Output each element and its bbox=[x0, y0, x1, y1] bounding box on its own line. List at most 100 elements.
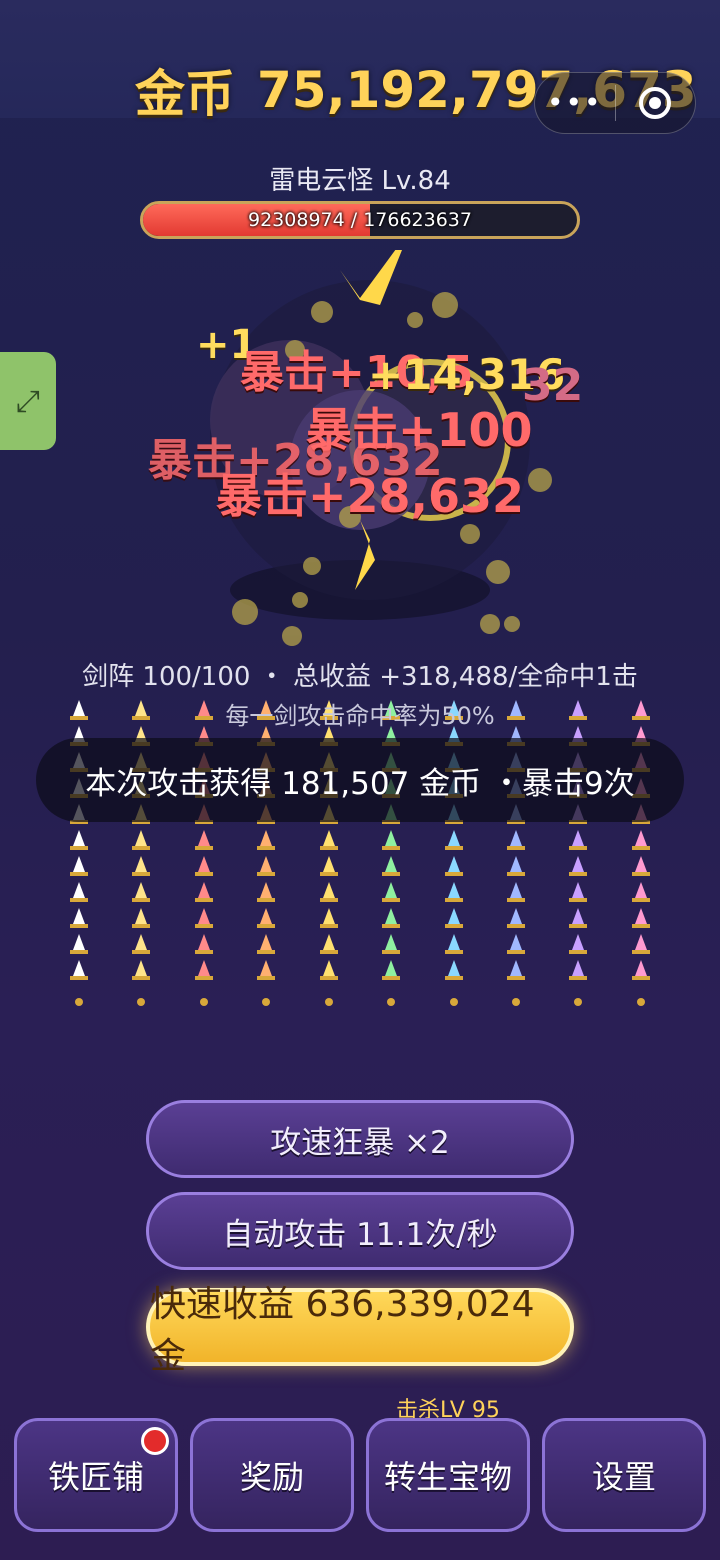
hit-rate-info: 每一剑攻击命中率为50% bbox=[225, 702, 495, 730]
nav-blacksmith-label: 铁匠铺 bbox=[47, 1458, 144, 1496]
sword-icon bbox=[445, 960, 463, 980]
expand-button[interactable]: ⤢ bbox=[0, 352, 56, 450]
sword-pommel bbox=[325, 998, 333, 1006]
sword-icon bbox=[320, 882, 338, 902]
sword-icon bbox=[320, 908, 338, 928]
sword-icon bbox=[257, 882, 275, 902]
sword-icon bbox=[320, 960, 338, 980]
boss-hp-text: 92308974 / 176623637 bbox=[248, 209, 472, 231]
attack-reward-text: 本次攻击获得 181,507 金币 ・暴击9次 bbox=[85, 765, 635, 802]
sword-icon bbox=[445, 934, 463, 954]
sword-icon bbox=[632, 856, 650, 876]
sword-icon bbox=[569, 934, 587, 954]
sword-icon bbox=[70, 908, 88, 928]
sword-pommel bbox=[574, 998, 582, 1006]
sword-icon bbox=[70, 830, 88, 850]
sword-icon bbox=[382, 908, 400, 928]
crit-damage-number: 暴击+28,632 bbox=[216, 469, 525, 523]
sword-pommel bbox=[637, 998, 645, 1006]
sword-pommel bbox=[450, 998, 458, 1006]
sword-icon bbox=[132, 830, 150, 850]
sword-icon bbox=[632, 908, 650, 928]
sword-icon bbox=[632, 960, 650, 980]
sword-pommel bbox=[387, 998, 395, 1006]
sword-icon bbox=[445, 856, 463, 876]
sword-icon bbox=[445, 908, 463, 928]
notification-badge bbox=[141, 1427, 169, 1455]
sword-icon bbox=[569, 856, 587, 876]
auto-attack-button[interactable]: 自动攻击 11.1次/秒 bbox=[146, 1192, 574, 1270]
sword-icon bbox=[257, 934, 275, 954]
nav-blacksmith-button[interactable]: 铁匠铺 bbox=[14, 1418, 178, 1532]
sword-icon bbox=[632, 934, 650, 954]
sword-icon bbox=[569, 882, 587, 902]
sword-icon bbox=[70, 856, 88, 876]
auto-attack-label: 自动攻击 11.1次/秒 bbox=[222, 1216, 498, 1253]
quick-income-label: 快速收益 636,339,024金 bbox=[150, 1284, 535, 1377]
sword-icon bbox=[257, 830, 275, 850]
target-icon bbox=[639, 87, 672, 119]
boss-hp-bar: 92308974 / 176623637 bbox=[140, 201, 580, 239]
sword-icon bbox=[507, 960, 525, 980]
sword-icon bbox=[195, 960, 213, 980]
sword-pommel bbox=[200, 998, 208, 1006]
sword-pommel bbox=[512, 998, 520, 1006]
sword-icon bbox=[507, 830, 525, 850]
nav-rebirth-treasure-label: 转生宝物 bbox=[383, 1458, 512, 1496]
sword-icon bbox=[569, 960, 587, 980]
sword-pommel bbox=[262, 998, 270, 1006]
mini-program-capsule: ••• bbox=[534, 72, 696, 134]
sword-icon bbox=[257, 960, 275, 980]
sword-icon bbox=[257, 908, 275, 928]
sword-icon bbox=[445, 830, 463, 850]
sword-array-info: 剑阵 100/100 ・ 总收益 +318,488/全命中1击 bbox=[82, 662, 638, 692]
nav-rewards-label: 奖励 bbox=[239, 1458, 304, 1496]
sword-icon bbox=[195, 934, 213, 954]
sword-icon bbox=[382, 830, 400, 850]
nav-rewards-button[interactable]: 奖励 bbox=[190, 1418, 354, 1532]
sword-icon bbox=[195, 830, 213, 850]
sword-icon bbox=[70, 882, 88, 902]
sword-icon bbox=[382, 960, 400, 980]
expand-icon: ⤢ bbox=[16, 383, 40, 419]
sword-pommel bbox=[75, 998, 83, 1006]
close-mini-program-button[interactable] bbox=[616, 87, 696, 119]
sword-icon bbox=[507, 934, 525, 954]
nav-settings-button[interactable]: 设置 bbox=[542, 1418, 706, 1532]
sword-icon bbox=[320, 934, 338, 954]
coin-label: 金币 bbox=[135, 65, 235, 123]
sword-icon bbox=[195, 882, 213, 902]
nav-settings-label: 设置 bbox=[591, 1458, 656, 1496]
attack-reward-banner: 本次攻击获得 181,507 金币 ・暴击9次 bbox=[36, 738, 684, 822]
sword-icon bbox=[320, 856, 338, 876]
sword-icon bbox=[70, 934, 88, 954]
sword-icon bbox=[195, 856, 213, 876]
sword-icon bbox=[132, 856, 150, 876]
sword-icon bbox=[507, 856, 525, 876]
sword-icon bbox=[507, 882, 525, 902]
sword-icon bbox=[132, 960, 150, 980]
sword-icon bbox=[132, 934, 150, 954]
more-menu-button[interactable]: ••• bbox=[535, 72, 615, 134]
sword-icon bbox=[632, 882, 650, 902]
sword-icon bbox=[195, 908, 213, 928]
sword-icon bbox=[320, 830, 338, 850]
sword-icon bbox=[507, 908, 525, 928]
sword-pommel bbox=[137, 998, 145, 1006]
boss-name: 雷电云怪 Lv.84 bbox=[269, 166, 451, 196]
sword-icon bbox=[132, 908, 150, 928]
sword-icon bbox=[632, 830, 650, 850]
sword-icon bbox=[382, 882, 400, 902]
sword-icon bbox=[382, 934, 400, 954]
frenzy-label: 攻速狂暴 ×2 bbox=[270, 1124, 450, 1161]
sword-icon bbox=[132, 882, 150, 902]
sword-icon bbox=[569, 908, 587, 928]
quick-income-button[interactable]: 快速收益 636,339,024金 bbox=[146, 1284, 574, 1377]
sword-icon bbox=[382, 856, 400, 876]
nav-rebirth-treasure-button[interactable]: 转生宝物 bbox=[366, 1418, 530, 1532]
frenzy-button[interactable]: 攻速狂暴 ×2 bbox=[146, 1100, 574, 1178]
sword-icon bbox=[257, 856, 275, 876]
sword-icon bbox=[445, 882, 463, 902]
sword-icon bbox=[569, 830, 587, 850]
sword-icon bbox=[70, 960, 88, 980]
